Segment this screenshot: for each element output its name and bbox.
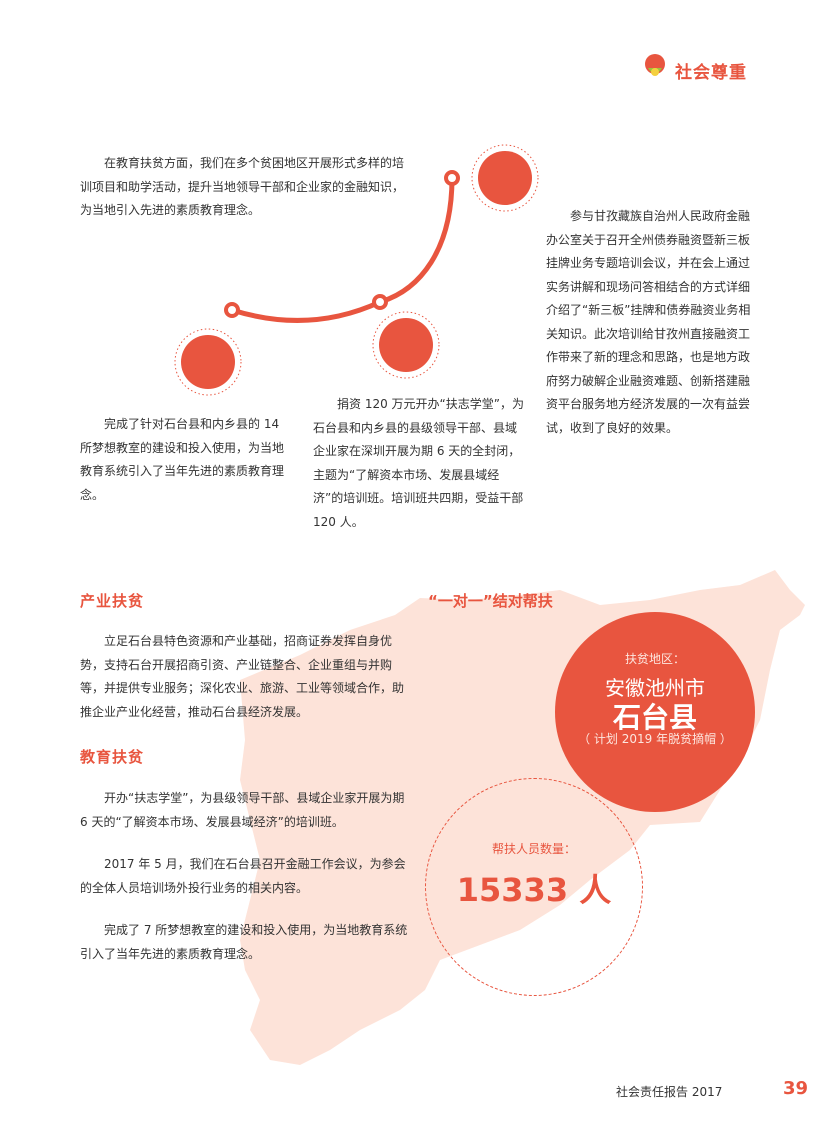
education-para-3: 完成了 7 所梦想教室的建设和投入使用，为当地教育系统引入了当年先进的素质教育理… [80,923,408,961]
area-note: （ 计划 2019 年脱贫摘帽 ） [578,732,732,746]
poverty-area-circle: 扶贫地区： 安徽池州市 石台县 （ 计划 2019 年脱贫摘帽 ） [555,612,755,812]
pairing-title: “一对一”结对帮扶 [428,592,553,610]
curve-node [224,302,240,318]
industry-text: 立足石台县特色资源和产业基础，招商证券发挥自身优势，支持石台开展招商引资、产业链… [80,634,405,719]
count-value: 15333 人 [456,871,612,909]
deco-circle [478,151,532,205]
para-finance-education: 在教育扶贫方面，我们在多个贫困地区开展形式多样的培训项目和助学活动，提升当地领导… [80,156,405,217]
para-dream-classrooms: 完成了针对石台县和内乡县的 14 所梦想教室的建设和投入使用，为当地教育系统引入… [80,417,285,502]
para-training-class: 捐资 120 万元开办“扶志学堂”，为石台县和内乡县的县级领导干部、县域企业家在… [313,397,524,529]
education-para-2: 2017 年 5 月，我们在石台县召开金融工作会议，为参会的全体人员培训场外投行… [80,857,406,895]
page-number: 39 [783,1078,809,1099]
report-name: 社会责任报告 2017 [616,1085,723,1099]
count-label: 帮扶人员数量： [491,842,576,856]
industry-title: 产业扶贫 [80,592,145,610]
education-para-1: 开办“扶志学堂”，为县级领导干部、县域企业家开展为期 6 天的“了解资本市场、发… [80,791,405,829]
curve-node [444,170,460,186]
education-title: 教育扶贫 [80,748,145,766]
deco-circle [379,318,433,372]
area-label: 扶贫地区： [624,652,685,666]
deco-circle [181,335,235,389]
para-ganzi-training: 参与甘孜藏族自治州人民政府金融办公室关于召开全州债券融资暨新三板挂牌业务专题培训… [546,209,751,435]
curve-node [372,294,388,310]
